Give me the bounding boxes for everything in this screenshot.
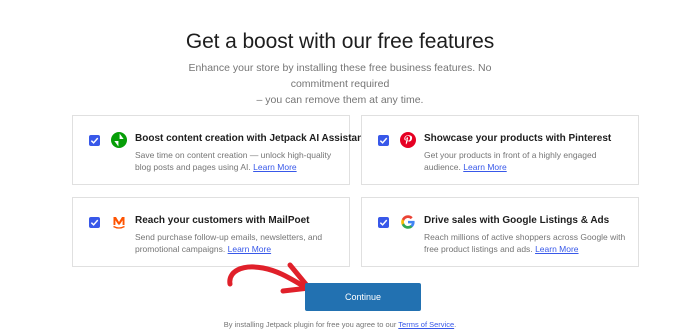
checkmark-icon (90, 137, 99, 144)
learn-more-link[interactable]: Learn More (228, 244, 271, 254)
terms-footer: By installing Jetpack plugin for free yo… (0, 320, 680, 329)
mailpoet-icon (113, 217, 125, 229)
terms-end: . (454, 320, 457, 329)
learn-more-link[interactable]: Learn More (253, 162, 296, 172)
feature-checkbox[interactable] (378, 135, 389, 146)
feature-card-pinterest[interactable]: Showcase your products with Pinterest Ge… (361, 115, 639, 185)
terms-text: By installing Jetpack plugin for free yo… (223, 320, 397, 329)
annotation-arrow-icon (227, 262, 312, 294)
feature-checkbox[interactable] (89, 217, 100, 228)
feature-card-google[interactable]: Drive sales with Google Listings & Ads R… (361, 197, 639, 267)
feature-title: Drive sales with Google Listings & Ads (424, 215, 610, 226)
feature-description-text: Reach millions of active shoppers across… (424, 232, 626, 254)
feature-checkbox[interactable] (378, 217, 389, 228)
feature-title: Reach your customers with MailPoet (135, 215, 310, 226)
feature-description-text: Get your products in front of a highly e… (424, 150, 597, 172)
continue-button[interactable]: Continue (305, 283, 421, 311)
pinterest-icon (400, 132, 416, 148)
terms-of-service-link[interactable]: Terms of Service (398, 320, 454, 329)
checkmark-icon (90, 219, 99, 226)
feature-description: Get your products in front of a highly e… (424, 149, 629, 173)
feature-card-jetpack[interactable]: Boost content creation with Jetpack AI A… (72, 115, 367, 185)
checkmark-icon (379, 219, 388, 226)
learn-more-link[interactable]: Learn More (463, 162, 506, 172)
subtitle-line-1: Enhance your store by installing these f… (188, 62, 492, 90)
feature-description: Send purchase follow-up emails, newslett… (135, 231, 340, 255)
feature-checkbox[interactable] (89, 135, 100, 146)
page-title: Get a boost with our free features (185, 30, 495, 53)
google-icon (401, 215, 415, 229)
feature-description: Reach millions of active shoppers across… (424, 231, 629, 255)
feature-title: Boost content creation with Jetpack AI A… (135, 133, 367, 144)
subtitle-line-2: – you can remove them at any time. (256, 94, 424, 106)
feature-description-text: Save time on content creation — unlock h… (135, 150, 332, 172)
checkmark-icon (379, 137, 388, 144)
page-subtitle: Enhance your store by installing these f… (170, 60, 510, 108)
jetpack-icon (111, 132, 127, 148)
feature-title: Showcase your products with Pinterest (424, 133, 612, 144)
learn-more-link[interactable]: Learn More (535, 244, 578, 254)
feature-description: Save time on content creation — unlock h… (135, 149, 340, 173)
